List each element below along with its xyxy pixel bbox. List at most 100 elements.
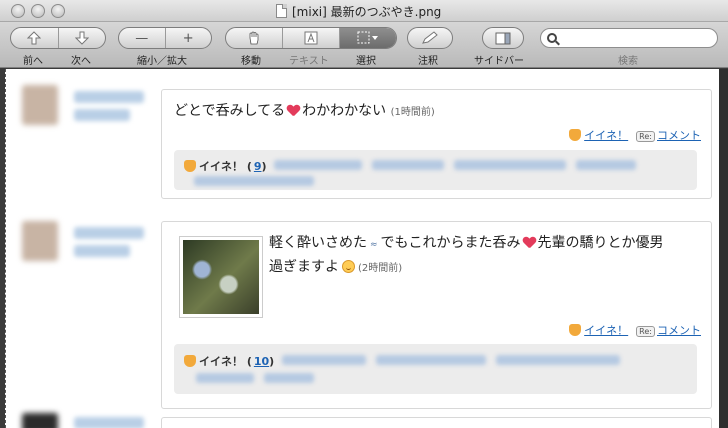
select-tool-button[interactable] bbox=[340, 28, 396, 48]
username-link[interactable] bbox=[74, 91, 144, 103]
iine-count-suffix: ) bbox=[261, 159, 267, 173]
username-link[interactable] bbox=[74, 245, 130, 257]
iine-users-box: イイネ！ (10) bbox=[174, 344, 697, 394]
like-hand-icon bbox=[569, 129, 582, 141]
window-title-group: [mixi] 最新のつぶやき.png bbox=[276, 3, 441, 19]
iine-user-link[interactable] bbox=[496, 355, 620, 365]
heart-icon bbox=[287, 105, 300, 116]
zoom-out-button[interactable]: — bbox=[119, 28, 166, 48]
zoom-window-button[interactable] bbox=[51, 4, 65, 18]
window-titlebar: [mixi] 最新のつぶやき.png bbox=[0, 0, 728, 22]
username-link[interactable] bbox=[74, 227, 144, 239]
close-window-button[interactable] bbox=[11, 4, 25, 18]
post-card bbox=[161, 417, 712, 428]
iine-count-prefix: イイネ！ ( bbox=[199, 160, 252, 173]
arrow-up-icon bbox=[27, 31, 42, 45]
post-line-1: 軽く酔いさめた ≈ でもこれからまた呑み 先輩の驕りとか優男 bbox=[269, 232, 699, 256]
arrow-down-icon bbox=[74, 31, 89, 45]
iine-count-prefix: イイネ！ ( bbox=[199, 355, 252, 368]
iine-link[interactable]: イイネ！ bbox=[584, 324, 628, 337]
post-text-segment: 軽く酔いさめた bbox=[269, 235, 367, 251]
post-text-start: どとで呑みしてる bbox=[174, 103, 286, 119]
selection-marquee-icon bbox=[357, 31, 378, 44]
annotate-control bbox=[407, 27, 453, 49]
iine-user-link[interactable] bbox=[196, 373, 254, 383]
sidebar-button[interactable] bbox=[483, 28, 523, 48]
search-icon bbox=[547, 33, 557, 43]
move-label: 移動 bbox=[241, 56, 261, 67]
post-line-2: 過ぎますよ (2時間前) bbox=[269, 256, 699, 280]
post-actions: イイネ！ Re: コメント bbox=[569, 127, 701, 143]
comment-action[interactable]: Re: コメント bbox=[636, 322, 701, 338]
iine-user-link[interactable] bbox=[454, 160, 566, 170]
sidebar-control bbox=[482, 27, 524, 49]
post-text-segment: 過ぎますよ bbox=[269, 259, 339, 275]
move-tool-button[interactable] bbox=[226, 28, 283, 48]
iine-user-link[interactable] bbox=[372, 160, 444, 170]
comment-action[interactable]: Re: コメント bbox=[636, 127, 701, 143]
iine-count-link[interactable]: 9 bbox=[254, 160, 262, 173]
post-timestamp: (2時間前) bbox=[358, 263, 403, 274]
post-text-end: わかわかない bbox=[302, 103, 387, 119]
like-hand-icon bbox=[569, 324, 582, 336]
iine-count-link[interactable]: 10 bbox=[254, 355, 269, 368]
sidebar-icon bbox=[495, 32, 511, 44]
username-link[interactable] bbox=[74, 417, 144, 428]
iine-user-link[interactable] bbox=[376, 355, 486, 365]
post-text-segment: でもこれからまた呑み bbox=[380, 235, 521, 251]
back-button[interactable] bbox=[11, 28, 59, 48]
reply-icon: Re: bbox=[636, 131, 655, 142]
page-scrollbar[interactable] bbox=[719, 69, 728, 428]
smile-icon bbox=[342, 260, 355, 273]
minimize-window-button[interactable] bbox=[31, 4, 45, 18]
window-title: [mixi] 最新のつぶやき.png bbox=[292, 4, 442, 19]
reply-icon: Re: bbox=[636, 326, 655, 337]
post-body: どとで呑みしてる わかわかない (1時間前) bbox=[174, 100, 435, 124]
avatar[interactable] bbox=[22, 85, 58, 125]
post-card: 軽く酔いさめた ≈ でもこれからまた呑み 先輩の驕りとか優男 過ぎますよ (2時間前) … bbox=[161, 221, 712, 409]
zoom-label: 縮小／拡大 bbox=[137, 56, 187, 67]
heart-icon bbox=[523, 237, 536, 248]
iine-user-link[interactable] bbox=[274, 160, 362, 170]
post-text-segment: 先輩の驕りとか優男 bbox=[537, 235, 664, 251]
avatar[interactable] bbox=[22, 413, 58, 428]
iine-user-link[interactable] bbox=[576, 160, 636, 170]
forward-label: 次へ bbox=[71, 56, 91, 67]
back-forward-control bbox=[10, 27, 106, 49]
page-viewport[interactable]: どとで呑みしてる わかわかない (1時間前) イイネ！ Re: コメント イイネ！ … bbox=[5, 69, 719, 428]
iine-link[interactable]: イイネ！ bbox=[584, 129, 628, 142]
sidebar-label: サイドバー bbox=[474, 56, 524, 67]
search-field[interactable] bbox=[540, 28, 718, 48]
annotate-button[interactable] bbox=[408, 28, 452, 48]
post-card: どとで呑みしてる わかわかない (1時間前) イイネ！ Re: コメント イイネ！ … bbox=[161, 89, 712, 199]
hand-icon bbox=[249, 31, 259, 45]
iine-user-link[interactable] bbox=[282, 355, 366, 365]
iine-count: イイネ！ (10) bbox=[184, 353, 274, 369]
iine-action[interactable]: イイネ！ bbox=[569, 127, 628, 143]
post-timestamp: (1時間前) bbox=[390, 107, 435, 118]
select-label: 選択 bbox=[356, 56, 376, 67]
post-actions: イイネ！ Re: コメント bbox=[569, 322, 701, 338]
username-link[interactable] bbox=[74, 109, 130, 121]
iine-count-suffix: ) bbox=[269, 354, 275, 368]
iine-action[interactable]: イイネ！ bbox=[569, 322, 628, 338]
zoom-in-button[interactable]: + bbox=[166, 28, 212, 48]
post-photo[interactable] bbox=[179, 236, 263, 318]
comment-link[interactable]: コメント bbox=[657, 324, 701, 337]
photo-image bbox=[183, 240, 259, 314]
tool-mode-control bbox=[225, 27, 397, 49]
like-hand-icon bbox=[184, 160, 196, 172]
iine-user-link[interactable] bbox=[194, 176, 314, 186]
post-body: 軽く酔いさめた ≈ でもこれからまた呑み 先輩の驕りとか優男 過ぎますよ (2時間前) bbox=[269, 232, 699, 280]
comment-link[interactable]: コメント bbox=[657, 129, 701, 142]
search-input[interactable] bbox=[561, 32, 717, 44]
annotate-label: 注釈 bbox=[418, 56, 438, 67]
text-tool-button[interactable] bbox=[283, 28, 340, 48]
iine-user-link[interactable] bbox=[264, 373, 314, 383]
iine-users-box: イイネ！ (9) bbox=[174, 150, 697, 190]
text-box-icon bbox=[304, 31, 318, 45]
like-hand-icon bbox=[184, 355, 196, 367]
forward-button[interactable] bbox=[59, 28, 106, 48]
avatar[interactable] bbox=[22, 221, 58, 261]
document-area: どとで呑みしてる わかわかない (1時間前) イイネ！ Re: コメント イイネ！ … bbox=[0, 69, 728, 428]
